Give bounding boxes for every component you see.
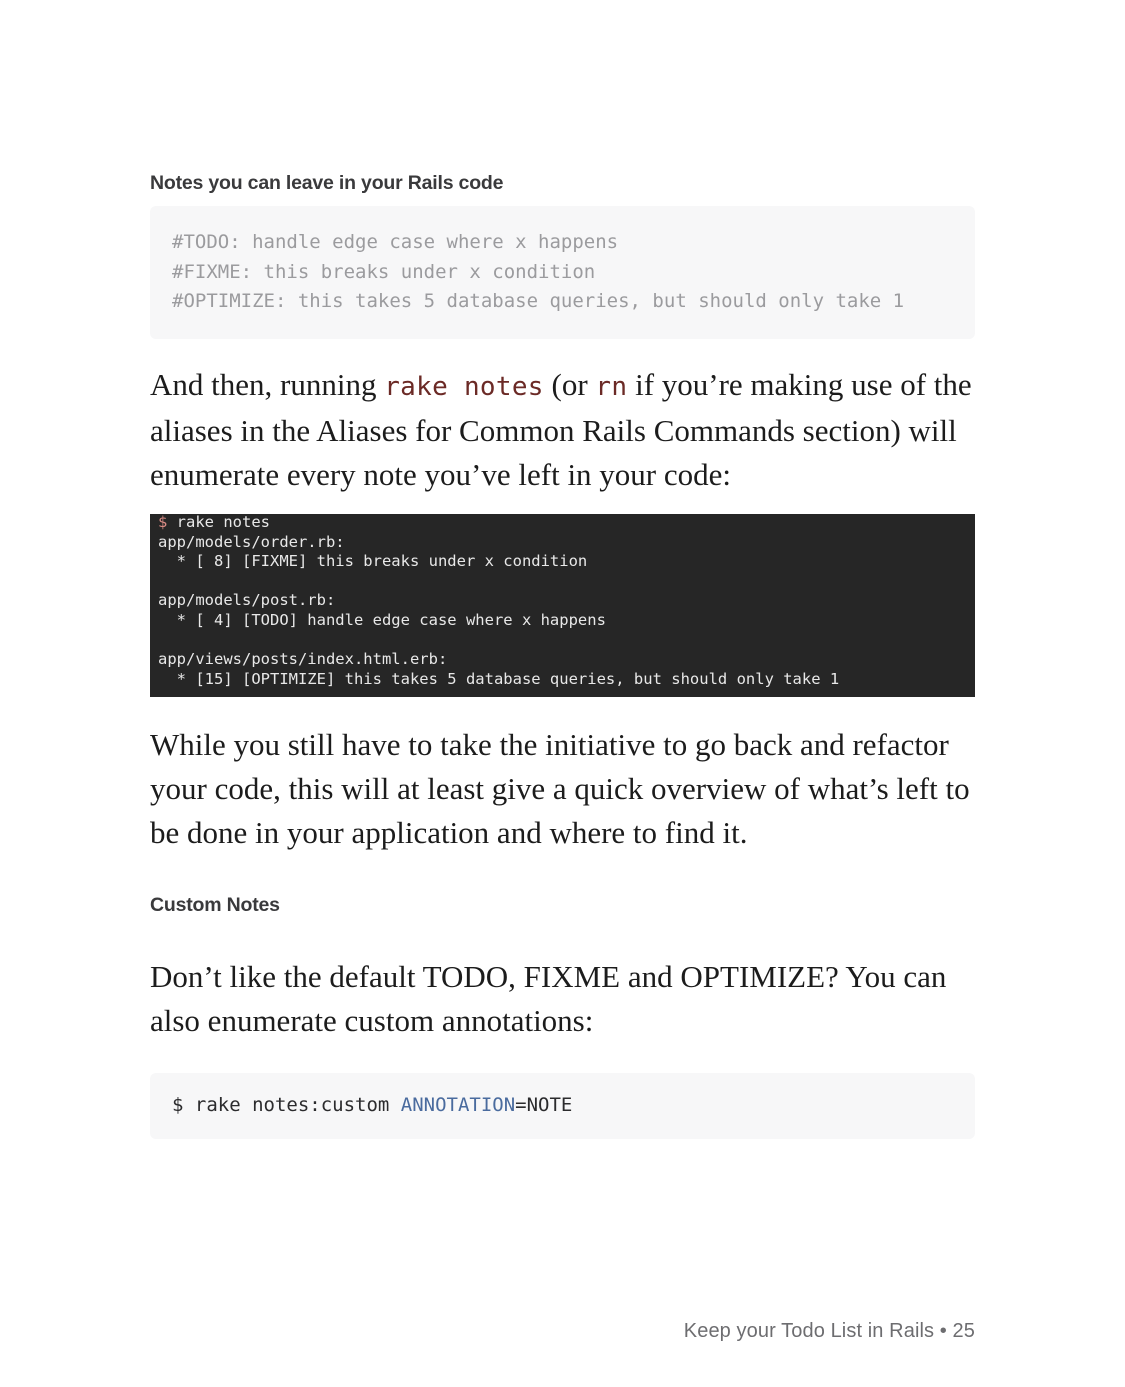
code-line: #OPTIMIZE: this takes 5 database queries… — [172, 290, 905, 312]
paragraph-text-part: (or — [543, 367, 596, 402]
paragraph-running-rake-notes: And then, running rake notes (or rn if y… — [150, 363, 975, 497]
code-line: #FIXME: this breaks under x condition — [172, 260, 596, 283]
page-footer: Keep your Todo List in Rails • 25 — [683, 1320, 975, 1342]
terminal-prompt-symbol: $ — [158, 514, 168, 531]
terminal-output-line: app/views/posts/index.html.erb: — [158, 650, 448, 669]
paragraph-custom-annotations: Don’t like the default TODO, FIXME and O… — [150, 959, 947, 1038]
code-block-note-annotations: #TODO: handle edge case where x happens #… — [150, 206, 975, 339]
code-line: #TODO: handle edge case where x happens — [172, 231, 619, 253]
inline-code-rn: rn — [595, 372, 628, 402]
code-token-command: $ rake notes:custom — [172, 1094, 401, 1116]
terminal-body: $ rake notes app/models/order.rb: * [ 8] … — [158, 514, 975, 689]
terminal-output-line: * [15] [OPTIMIZE] this takes 5 database … — [158, 669, 840, 688]
code-block-rake-notes-custom: $ rake notes:custom ANNOTATION=NOTE — [150, 1073, 975, 1139]
heading-notes-you-can-leave: Notes you can leave in your Rails code — [150, 172, 504, 194]
document-page: Notes you can leave in your Rails code #… — [0, 0, 1125, 1387]
terminal-output-line: app/models/post.rb: — [158, 591, 336, 610]
terminal-output-line: * [ 8] [FIXME] this breaks under x condi… — [158, 552, 588, 571]
heading-custom-notes: Custom Notes — [150, 894, 280, 916]
code-line: $ rake notes:custom ANNOTATION=NOTE — [172, 1091, 975, 1121]
inline-code-rake-notes: rake notes — [384, 372, 544, 402]
paragraph-while-you-still-have: While you still have to take the initiat… — [150, 727, 970, 850]
code-token-value: =NOTE — [515, 1094, 573, 1116]
terminal-output-line: * [ 4] [TODO] handle edge case where x h… — [158, 610, 606, 629]
paragraph-text-part: And then, running — [150, 367, 385, 402]
terminal-command-text: rake notes — [167, 514, 270, 531]
terminal-screenshot-rake-notes: the previous scrollback output line $ ra… — [150, 514, 975, 697]
code-token-annotation: ANNOTATION — [400, 1094, 516, 1116]
terminal-output-line: app/models/order.rb: — [158, 532, 345, 551]
terminal-command-line: $ rake notes — [158, 514, 975, 533]
